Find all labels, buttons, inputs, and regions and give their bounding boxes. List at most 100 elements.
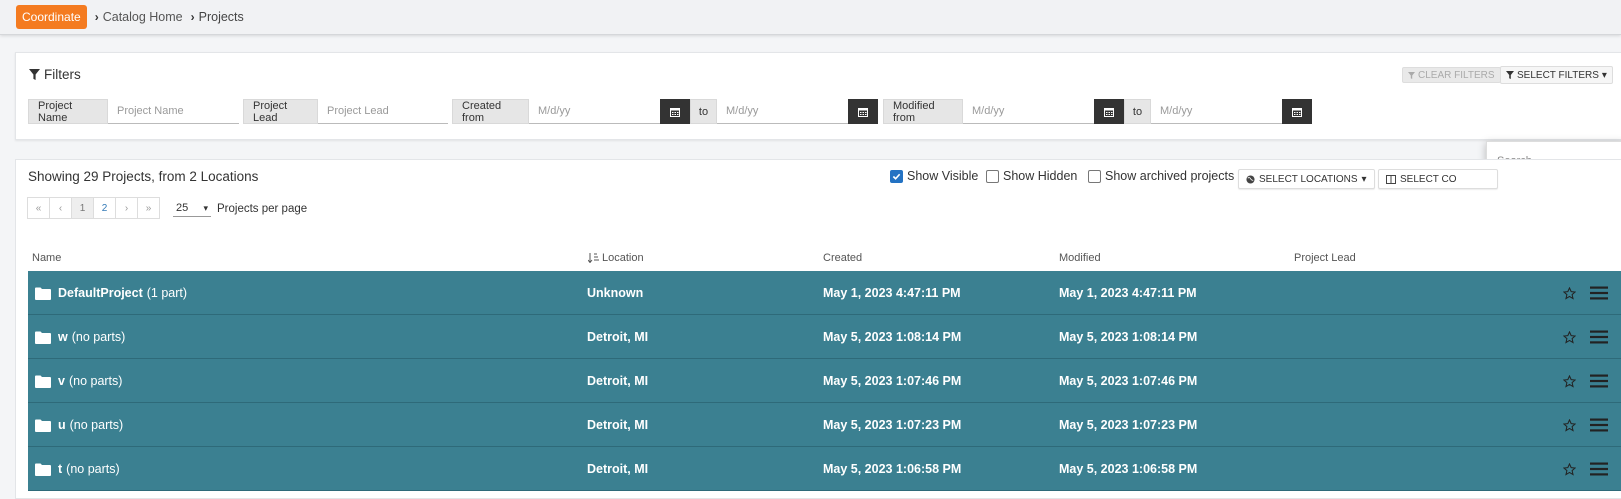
project-name[interactable]: DefaultProject: [58, 286, 143, 300]
name-cell[interactable]: t (no parts): [35, 447, 120, 491]
created-cell: May 5, 2023 1:08:14 PM: [823, 330, 962, 344]
modified-from-input[interactable]: [963, 99, 1094, 124]
project-name[interactable]: v: [58, 374, 65, 388]
column-header-location[interactable]: Location: [588, 252, 644, 264]
show-visible-label: Show Visible: [907, 169, 979, 183]
show-archived-toggle[interactable]: Show archived projects: [1088, 169, 1234, 183]
checkbox-checked[interactable]: [890, 169, 903, 183]
created-from-input[interactable]: [529, 99, 660, 124]
column-header-project-lead[interactable]: Project Lead: [1294, 252, 1356, 264]
pagination-item[interactable]: 2: [93, 197, 116, 219]
per-page-value: 25: [176, 202, 189, 214]
pagination-item[interactable]: «: [27, 197, 50, 219]
project-parts: (no parts): [69, 418, 124, 432]
pagination-item[interactable]: »: [137, 197, 160, 219]
project-name-filter-input[interactable]: [108, 99, 239, 124]
created-to-label: to: [690, 99, 717, 124]
calendar-icon: [1104, 107, 1114, 117]
select-filters-button[interactable]: SELECT FILTERS ▾: [1500, 66, 1613, 84]
table-row[interactable]: DefaultProject (1 part) Unknown May 1, 2023…: [28, 271, 1621, 315]
select-columns-button[interactable]: SELECT CO: [1378, 169, 1498, 189]
caret-down-icon: ▾: [1361, 173, 1367, 185]
calendar-icon: [670, 107, 680, 117]
per-page-select[interactable]: 25 ▾: [173, 200, 211, 217]
select-filters-label: SELECT FILTERS: [1517, 69, 1599, 81]
per-page-control: 25 ▾ Projects per page: [173, 200, 307, 217]
project-parts: (no parts): [66, 462, 120, 476]
name-cell[interactable]: DefaultProject (1 part): [35, 271, 187, 315]
filter-icon: [1408, 71, 1415, 79]
created-to-input[interactable]: [717, 99, 848, 124]
clear-filters-button[interactable]: CLEAR FILTERS: [1402, 67, 1501, 83]
brand-button[interactable]: Coordinate: [16, 5, 87, 29]
hamburger-menu-icon[interactable]: [1590, 286, 1608, 300]
select-locations-button[interactable]: SELECT LOCATIONS ▾: [1238, 169, 1375, 189]
row-actions: [1563, 359, 1608, 403]
column-header-name[interactable]: Name: [32, 252, 61, 264]
name-cell[interactable]: v (no parts): [35, 359, 122, 403]
table-row[interactable]: v (no parts) Detroit, MI May 5, 2023 1:07:4…: [28, 359, 1621, 403]
hamburger-menu-icon[interactable]: [1590, 418, 1608, 432]
chevron-down-icon: ▾: [203, 202, 208, 213]
star-outline-icon[interactable]: [1563, 286, 1576, 300]
star-outline-icon[interactable]: [1563, 374, 1576, 388]
modified-cell: May 5, 2023 1:08:14 PM: [1059, 330, 1198, 344]
modified-to-input[interactable]: [1151, 99, 1282, 124]
project-name[interactable]: w: [58, 330, 68, 344]
star-outline-icon[interactable]: [1563, 418, 1576, 432]
table-row[interactable]: u (no parts) Detroit, MI May 5, 2023 1:07:2…: [28, 403, 1621, 447]
location-cell: Unknown: [587, 286, 644, 300]
modified-from-label: Modified from: [883, 99, 963, 124]
calendar-button[interactable]: [1094, 99, 1124, 124]
project-name[interactable]: t: [58, 462, 62, 476]
filters-title: Filters: [29, 67, 81, 82]
name-cell[interactable]: u (no parts): [35, 403, 123, 447]
table-row[interactable]: t (no parts) Detroit, MI May 5, 2023 1:06:5…: [28, 447, 1621, 491]
row-actions: [1563, 271, 1608, 315]
star-outline-icon[interactable]: [1563, 330, 1576, 344]
column-header-label: Location: [602, 252, 644, 264]
chevron-right-icon: ›: [190, 10, 195, 24]
breadcrumb-catalog-home[interactable]: Catalog Home: [103, 10, 183, 24]
filters-title-text: Filters: [44, 67, 81, 82]
modified-cell: May 5, 2023 1:07:46 PM: [1059, 374, 1198, 388]
select-columns-label: SELECT CO: [1400, 173, 1457, 185]
pagination-item[interactable]: 1: [71, 197, 94, 219]
star-outline-icon[interactable]: [1563, 462, 1576, 476]
created-cell: May 5, 2023 1:07:23 PM: [823, 418, 962, 432]
project-name-filter-label: Project Name: [28, 99, 108, 124]
breadcrumb-projects: Projects: [198, 10, 244, 24]
hamburger-menu-icon[interactable]: [1590, 462, 1608, 476]
modified-cell: May 1, 2023 4:47:11 PM: [1059, 286, 1197, 300]
name-cell[interactable]: w (no parts): [35, 315, 125, 359]
checkbox-unchecked[interactable]: [986, 169, 999, 183]
projects-summary: Showing 29 Projects, from 2 Locations: [28, 169, 259, 184]
show-visible-toggle[interactable]: Show Visible: [890, 169, 978, 183]
column-header-created[interactable]: Created: [823, 252, 862, 264]
calendar-button[interactable]: [1282, 99, 1312, 124]
table-row[interactable]: w (no parts) Detroit, MI May 5, 2023 1:08:1…: [28, 315, 1621, 359]
folder-icon: [35, 419, 51, 432]
chevron-right-icon: ›: [94, 10, 99, 24]
created-cell: May 5, 2023 1:07:46 PM: [823, 374, 962, 388]
calendar-button[interactable]: [660, 99, 690, 124]
column-header-modified[interactable]: Modified: [1059, 252, 1101, 264]
calendar-button[interactable]: [848, 99, 878, 124]
show-hidden-toggle[interactable]: Show Hidden: [986, 169, 1077, 183]
pagination-item[interactable]: ›: [115, 197, 138, 219]
sort-icon: [588, 253, 599, 263]
row-actions: [1563, 403, 1608, 447]
pagination-item[interactable]: ‹: [49, 197, 72, 219]
checkbox-unchecked[interactable]: [1088, 169, 1101, 183]
project-name[interactable]: u: [58, 418, 66, 432]
hamburger-menu-icon[interactable]: [1590, 330, 1608, 344]
filter-icon: [29, 69, 40, 80]
projects-panel: Showing 29 Projects, from 2 Locations «‹…: [15, 159, 1621, 499]
column-header-label: Project Lead: [1294, 252, 1356, 264]
checkmark-icon: [892, 173, 901, 180]
filters-panel: Filters CLEAR FILTERS SELECT FILTERS ▾ P…: [15, 52, 1621, 470]
created-cell: May 1, 2023 4:47:11 PM: [823, 286, 961, 300]
hamburger-menu-icon[interactable]: [1590, 374, 1608, 388]
pagination: «‹ 1 2 ›»: [27, 197, 160, 219]
project-lead-filter-input[interactable]: [318, 99, 448, 124]
